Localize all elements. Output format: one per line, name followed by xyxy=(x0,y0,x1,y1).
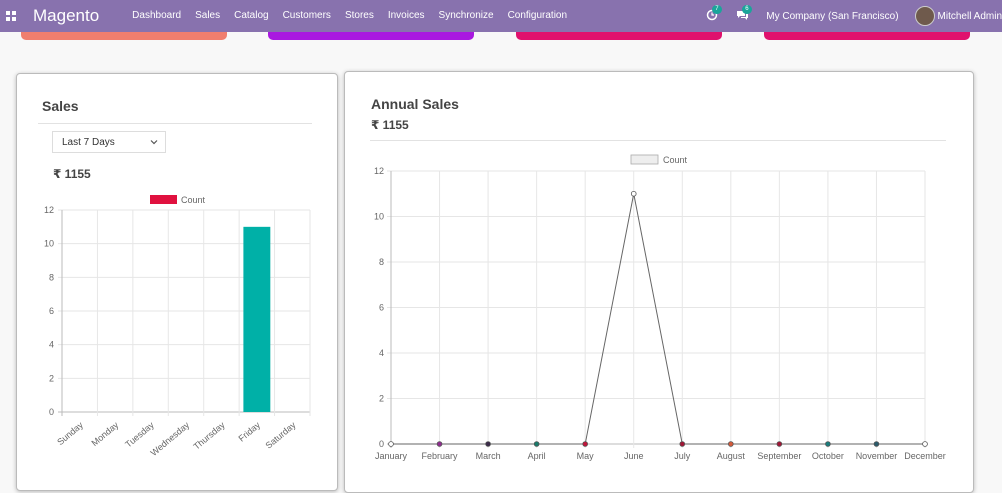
period-select-value: Last 7 Days xyxy=(62,136,115,148)
data-point-may xyxy=(582,441,588,447)
y-tick-label: 8 xyxy=(49,272,54,282)
stat-card-4[interactable] xyxy=(764,32,970,40)
y-tick-label: 0 xyxy=(379,439,384,449)
data-point-july xyxy=(679,441,686,447)
x-tick-label: Monday xyxy=(89,420,120,449)
brand-name[interactable]: Magento xyxy=(33,6,99,26)
company-switcher[interactable]: My Company (San Francisco) xyxy=(766,11,898,22)
annual-sales-line-chart: Count 0 2 4 6 8 10 12 January February March April M… xyxy=(374,154,946,461)
menu-catalog[interactable]: Catalog xyxy=(227,0,275,32)
main-menu: Dashboard Sales Catalog Customers Stores… xyxy=(125,0,574,32)
menu-stores[interactable]: Stores xyxy=(338,0,381,32)
stat-card-2[interactable] xyxy=(268,32,474,40)
x-tick-label: November xyxy=(856,451,898,461)
y-tick-label: 10 xyxy=(374,212,384,222)
data-point-december xyxy=(922,441,928,447)
sales-amount: ₹ 1155 xyxy=(53,167,91,181)
data-point-february xyxy=(436,441,443,447)
activity-clock-icon[interactable]: 7 xyxy=(706,5,722,23)
data-point-september xyxy=(776,441,783,447)
menu-synchronize[interactable]: Synchronize xyxy=(432,0,501,32)
legend-label: Count xyxy=(663,155,688,165)
y-tick-label: 4 xyxy=(49,340,54,350)
y-tick-label: 12 xyxy=(44,205,54,215)
legend-swatch xyxy=(150,195,177,204)
x-tick-label: September xyxy=(757,451,801,461)
y-tick-label: 4 xyxy=(379,348,384,358)
menu-invoices[interactable]: Invoices xyxy=(381,0,432,32)
top-navbar: Magento Dashboard Sales Catalog Customer… xyxy=(0,0,1002,32)
x-tick-label: June xyxy=(624,451,644,461)
messages-icon[interactable]: 6 xyxy=(736,5,752,23)
x-tick-label: April xyxy=(528,451,546,461)
data-point-june xyxy=(630,190,637,197)
y-tick-label: 6 xyxy=(379,303,384,313)
annual-panel-title: Annual Sales xyxy=(371,96,459,112)
apps-grid-icon[interactable] xyxy=(6,11,16,21)
y-tick-label: 12 xyxy=(374,166,384,176)
legend-label: Count xyxy=(181,195,206,205)
x-tick-label: Thursday xyxy=(192,420,228,452)
x-tick-label: January xyxy=(375,451,408,461)
y-tick-label: 2 xyxy=(379,394,384,404)
user-menu[interactable]: Mitchell Admin xyxy=(938,11,1002,22)
x-tick-label: Saturday xyxy=(264,420,298,451)
menu-customers[interactable]: Customers xyxy=(276,0,338,32)
stat-card-1[interactable] xyxy=(21,32,227,40)
annual-panel-divider xyxy=(370,140,946,141)
menu-dashboard[interactable]: Dashboard xyxy=(125,0,188,32)
period-select[interactable]: Last 7 Days xyxy=(52,131,166,153)
chevron-down-icon xyxy=(150,140,158,145)
data-point-november xyxy=(873,441,880,447)
messages-badge: 6 xyxy=(742,5,752,14)
data-point-october xyxy=(825,441,831,447)
y-tick-label: 2 xyxy=(49,373,54,383)
menu-configuration[interactable]: Configuration xyxy=(501,0,574,32)
x-tick-label: Tuesday xyxy=(123,420,156,450)
data-point-march xyxy=(485,441,491,447)
x-tick-label: July xyxy=(674,451,691,461)
data-point-august xyxy=(728,441,734,447)
x-tick-label: December xyxy=(904,451,946,461)
x-tick-label: October xyxy=(812,451,844,461)
y-tick-label: 0 xyxy=(49,407,54,417)
legend-swatch xyxy=(630,154,659,165)
data-point-april xyxy=(533,441,540,447)
x-tick-label: March xyxy=(476,451,501,461)
annual-amount: ₹ 1155 xyxy=(371,118,409,132)
activity-badge: 7 xyxy=(712,5,722,14)
x-tick-label: Friday xyxy=(237,420,263,444)
stat-card-3[interactable] xyxy=(516,32,722,40)
x-tick-label: August xyxy=(717,451,746,461)
x-tick-label: Wednesday xyxy=(149,420,192,458)
menu-sales[interactable]: Sales xyxy=(188,0,227,32)
x-tick-label: May xyxy=(577,451,595,461)
y-tick-label: 10 xyxy=(44,239,54,249)
data-point-january xyxy=(388,441,394,447)
y-tick-label: 8 xyxy=(379,257,384,267)
x-tick-label: Sunday xyxy=(55,420,85,448)
bar-friday xyxy=(243,226,271,412)
x-tick-label: February xyxy=(422,451,459,461)
y-tick-label: 6 xyxy=(49,306,54,316)
sales-panel-title: Sales xyxy=(42,98,79,114)
sales-panel-divider xyxy=(38,123,312,124)
series-line-count xyxy=(391,193,925,445)
user-avatar[interactable] xyxy=(914,6,935,26)
weekly-sales-bar-chart: Count 0 2 4 6 8 10 12 Sunday Monday TuesdayWednesd… xyxy=(44,195,311,458)
